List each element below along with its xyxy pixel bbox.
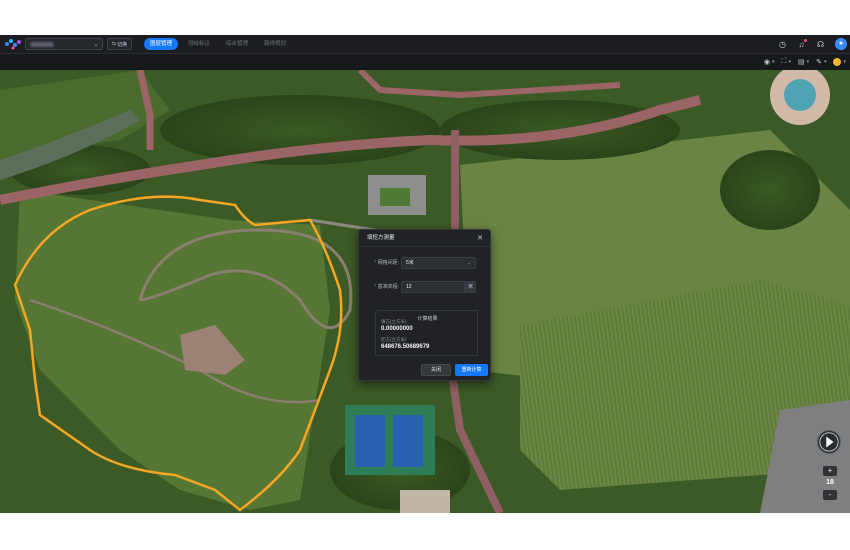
tab-route-planning[interactable]: 路线规划 [258,38,292,50]
grid-spacing-select[interactable]: 5米 ⌄ [401,257,476,269]
history-icon[interactable]: ◷ [777,39,788,50]
lighting-tool[interactable]: ▾ [833,58,846,66]
base-elevation-input[interactable]: 12 [401,281,465,293]
zoom-controls: + 18 - [823,466,837,502]
chevron-down-icon: ⌄ [93,41,99,48]
layers-icon: ▤ [797,59,805,66]
compass-icon[interactable] [817,430,841,454]
chevron-down-icon: ▾ [772,59,775,65]
user-avatar[interactable]: ● [835,38,847,50]
switch-project-button[interactable]: ⇆ 切换 [107,38,132,50]
bell-icon[interactable]: ♫ [796,38,807,50]
tab-layer-management[interactable]: 图层管理 [144,38,179,50]
chevron-down-icon: ▾ [806,59,810,65]
dialog-header: 填挖方测量 ✕ [359,230,490,247]
main-tabs: 图层管理 测绘标注 综合管理 路线规划 [144,38,292,50]
map-toolbar: ◉ ▾ ⛶ ▾ ▤ ▾ ✎ ▾ ▾ [0,53,850,70]
switch-label: 切换 [117,41,128,48]
fountain [784,79,816,111]
notification-dot [804,38,807,42]
base-elevation-unit: 米 [465,281,476,293]
cut-fill-dialog: 填挖方测量 ✕ * 网格间距: 5米 ⌄ * 基准高程: 12 米 计算结果 填… [358,229,491,381]
tab-survey-annotation[interactable]: 测绘标注 [182,38,216,50]
building [400,490,450,513]
base-elevation-row: * 基准高程: 12 米 [359,281,492,293]
close-icon[interactable]: ✕ [477,230,483,247]
zoom-in-button[interactable]: + [823,466,837,476]
fill-volume-value: 0.00000000 [381,326,413,332]
fullscreen-icon: ⛶ [781,58,787,65]
cut-volume-value: 648676.50689679 [381,344,430,350]
grid-spacing-value: 5米 [406,260,414,266]
chevron-down-icon: ⌄ [466,260,471,266]
measure-tool-icon: ✎ [816,59,822,66]
dialog-title: 填挖方测量 [367,235,395,241]
rooftop-garden [380,188,410,206]
headset-icon[interactable]: ☊ [815,39,826,50]
recalculate-button[interactable]: 重新计算 [455,364,488,376]
tab-comprehensive-management[interactable]: 综合管理 [220,38,254,50]
map-tools: ◉ ▾ ⛶ ▾ ▤ ▾ ✎ ▾ ▾ [764,54,846,70]
zoom-level: 18 [826,479,834,486]
zoom-out-button[interactable]: - [823,490,837,500]
app-logo-icon [5,39,21,50]
location-pin-icon: ◉ [763,59,771,66]
calculation-result-box: 计算结果 填方(立方米) 0.00000000 挖方(立方米) 648676.5… [375,310,478,356]
top-nav-bar: ⌄ ⇆ 切换 图层管理 测绘标注 综合管理 路线规划 ◷ ♫ ☊ ● [0,35,850,53]
result-title: 计算结果 [414,316,441,322]
cut-volume-label: 挖方(立方米) [381,337,407,342]
tennis-court [355,415,385,467]
layers-tool[interactable]: ▤ ▾ [798,58,809,66]
chevron-down-icon: ▾ [788,59,791,65]
chevron-down-icon: ▾ [823,59,827,65]
sun-icon [833,58,842,66]
app-window: ⌄ ⇆ 切换 图层管理 测绘标注 综合管理 路线规划 ◷ ♫ ☊ ● ◉ ▾ ⛶ ▾… [0,35,850,513]
project-select[interactable]: ⌄ [25,38,103,50]
measure-tool[interactable]: ✎ ▾ [816,58,826,66]
grid-spacing-row: * 网格间距: 5米 ⌄ [359,257,492,269]
fullscreen-tool[interactable]: ⛶ ▾ [782,58,791,66]
chevron-down-icon: ▾ [843,59,846,65]
location-tool[interactable]: ◉ ▾ [764,58,775,66]
top-right-actions: ◷ ♫ ☊ ● [769,35,850,53]
tennis-court [393,415,423,467]
fill-volume-label: 填方(立方米) [381,319,407,324]
base-elevation-label: * 基准高程: [374,284,399,290]
tree-cluster [720,150,820,230]
close-button[interactable]: 关闭 [421,364,451,376]
project-name-blurred [30,41,54,47]
swap-icon: ⇆ [111,41,117,47]
grid-spacing-label: * 网格间距: [374,260,399,266]
